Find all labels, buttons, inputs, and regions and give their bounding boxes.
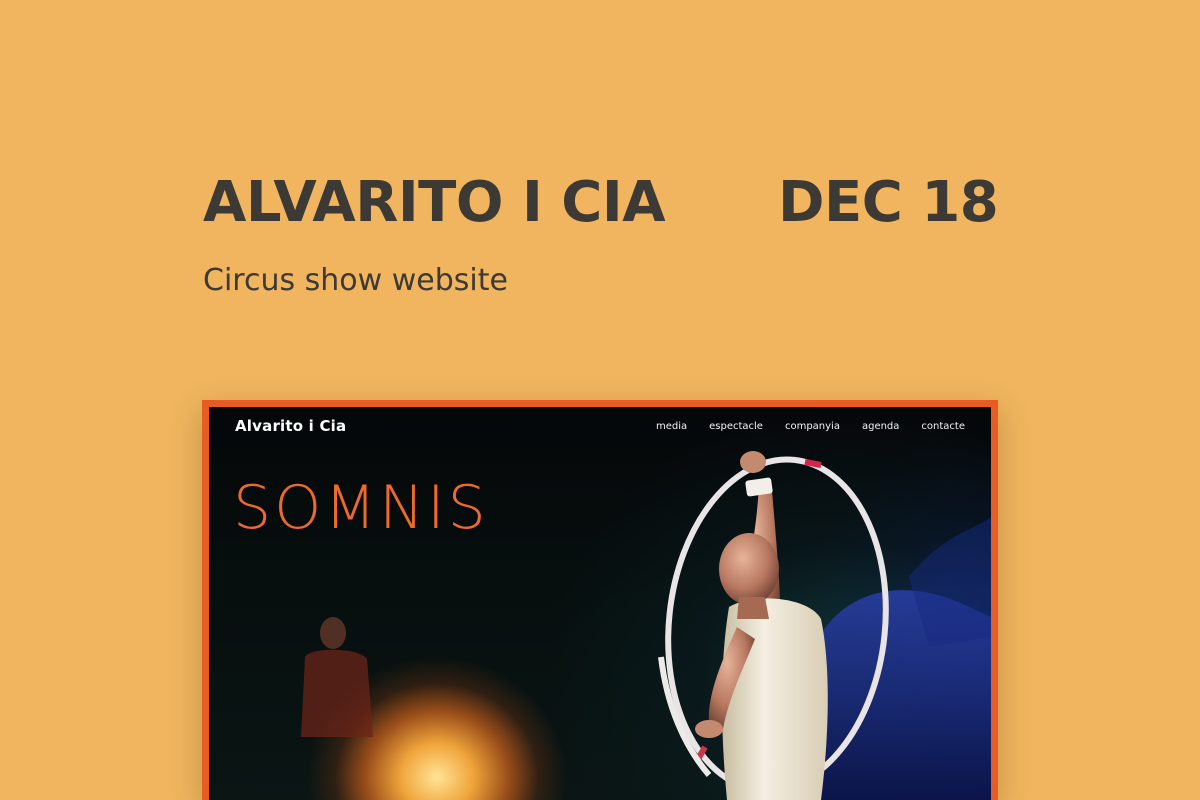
website-preview-frame: Alvarito i Cia media espectacle companyi… — [202, 400, 998, 800]
nav-link-contacte[interactable]: contacte — [921, 421, 965, 432]
nav-link-companyia[interactable]: companyia — [785, 421, 840, 432]
performer-photo — [301, 451, 991, 800]
website-preview-screen: Alvarito i Cia media espectacle companyi… — [209, 407, 991, 800]
nav-link-agenda[interactable]: agenda — [862, 421, 899, 432]
hero-show-title: SOMNIS — [233, 473, 489, 543]
project-subtitle: Circus show website — [203, 263, 508, 298]
site-nav: media espectacle companyia agenda contac… — [656, 421, 965, 432]
nav-link-espectacle[interactable]: espectacle — [709, 421, 763, 432]
project-title: ALVARITO I CIA — [203, 170, 666, 235]
project-date: DEC 18 — [778, 170, 999, 235]
site-logo[interactable]: Alvarito i Cia — [235, 417, 346, 435]
nav-link-media[interactable]: media — [656, 421, 687, 432]
